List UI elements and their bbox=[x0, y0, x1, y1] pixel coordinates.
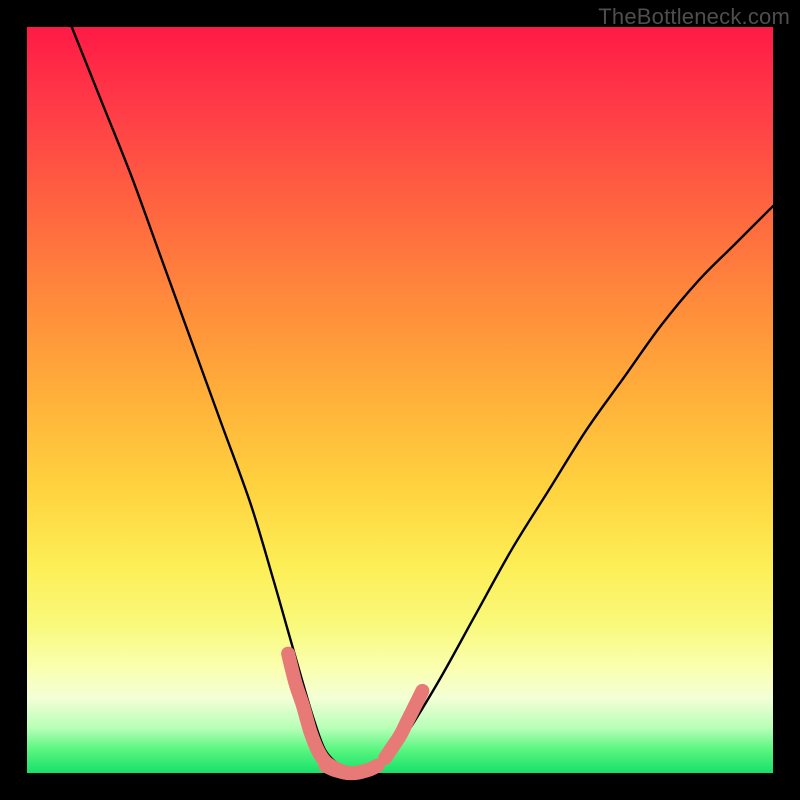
highlight-segment bbox=[385, 691, 422, 758]
highlight-segment bbox=[288, 654, 348, 773]
curve-layer bbox=[72, 27, 773, 774]
highlight-layer bbox=[288, 654, 422, 774]
watermark-text: TheBottleneck.com bbox=[598, 4, 790, 30]
main-curve bbox=[72, 27, 773, 774]
chart-frame: TheBottleneck.com bbox=[0, 0, 800, 800]
highlight-segment bbox=[325, 766, 377, 774]
chart-svg bbox=[27, 27, 773, 773]
chart-plot-area bbox=[27, 27, 773, 773]
